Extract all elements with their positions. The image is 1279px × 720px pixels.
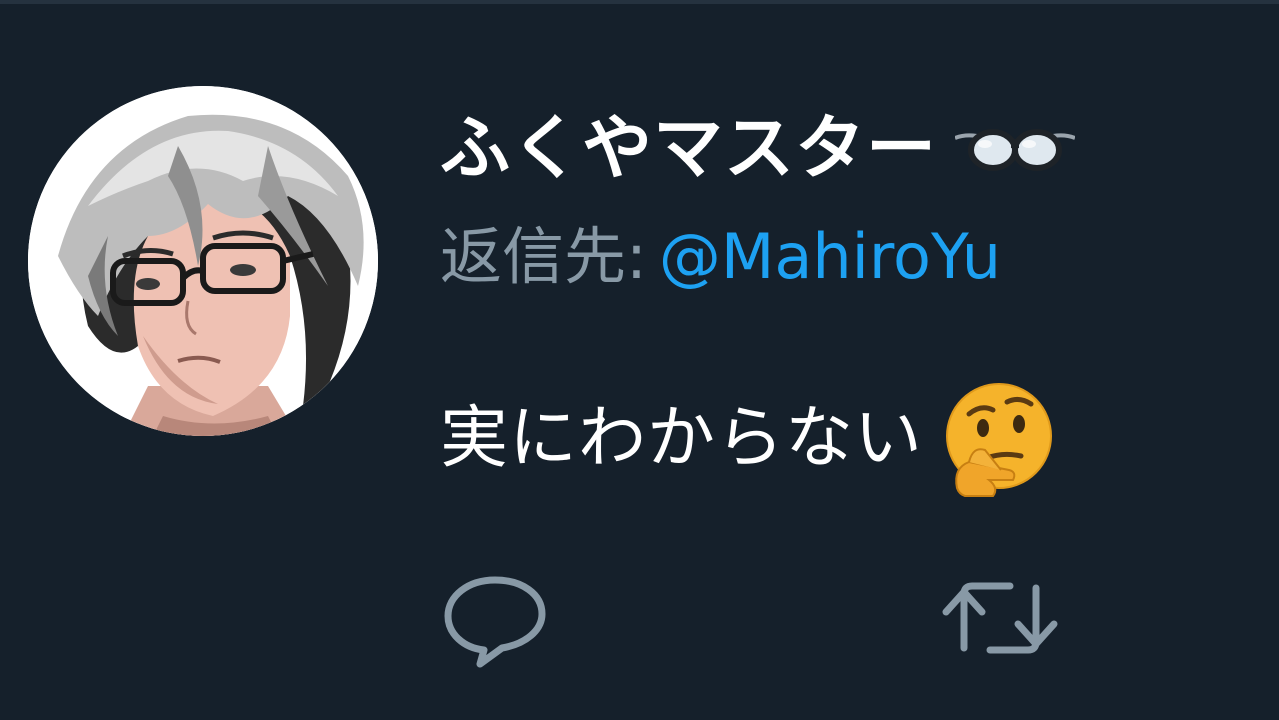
top-divider xyxy=(0,0,1279,4)
tweet-content: ふくやマスター 返信先: @MahiroYu 実にわからない xyxy=(440,80,1279,700)
reply-handle-link[interactable]: @MahiroYu xyxy=(659,220,1001,293)
avatar[interactable] xyxy=(28,86,378,436)
retweet-button[interactable] xyxy=(938,568,1058,668)
tweet-actions xyxy=(440,568,1279,678)
tweet-body: 実にわからない xyxy=(440,380,1057,498)
tweet-text: 実にわからない xyxy=(440,399,924,479)
reply-to-line: 返信先: @MahiroYu xyxy=(440,220,1001,294)
avatar-illustration xyxy=(28,86,378,436)
thinking-face-emoji-icon xyxy=(939,380,1057,498)
reply-icon xyxy=(444,576,546,668)
display-name[interactable]: ふくやマスター xyxy=(440,113,937,183)
author-row[interactable]: ふくやマスター xyxy=(440,98,1076,198)
tweet-screen: ふくやマスター 返信先: @MahiroYu 実にわからない xyxy=(0,0,1279,720)
reply-prefix: 返信先: xyxy=(440,220,647,293)
glasses-emoji-icon xyxy=(954,118,1076,178)
reply-button[interactable] xyxy=(440,568,550,668)
retweet-icon xyxy=(942,582,1058,654)
